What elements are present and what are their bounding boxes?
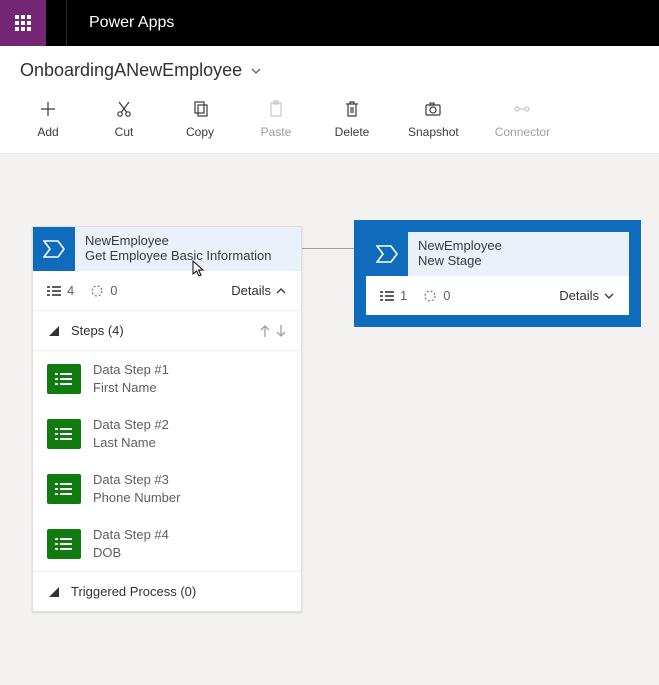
commandbar: OnboardingANewEmployee Add Cut Copy Past… [0,46,659,154]
step-field: DOB [93,544,169,562]
form-icon [47,529,81,559]
step-label: Data Step #4 DOB [93,526,169,561]
delete-label: Delete [335,125,370,139]
stage-chip [366,232,408,276]
step-row[interactable]: Data Step #3 Phone Number [33,461,301,516]
stage-new-stage[interactable]: NewEmployee New Stage 1 0 Details [360,226,635,321]
triangle-icon [47,585,61,599]
arrow-down-icon [275,324,287,338]
details-label: Details [559,288,599,303]
step-title: Data Step #2 [93,416,169,434]
reorder-arrows[interactable] [259,324,287,338]
stage-entity: NewEmployee [418,238,619,253]
chevron-tag-icon [376,245,398,263]
triggered-section[interactable]: Triggered Process (0) [33,571,301,611]
toolbar: Add Cut Copy Paste Delete Snapshot Conne… [20,95,639,149]
step-title: Data Step #4 [93,526,169,544]
stage-get-employee-basic-info[interactable]: NewEmployee Get Employee Basic Informati… [32,226,302,612]
steps-header-label: Steps (4) [71,323,124,338]
scissors-icon [114,99,134,119]
step-count: 4 [47,283,74,298]
form-icon [47,474,81,504]
snapshot-label: Snapshot [408,125,459,139]
step-field: Last Name [93,434,169,452]
process-count: 0 [90,283,117,298]
arrow-up-icon [259,324,271,338]
stage-name: Get Employee Basic Information [85,248,291,263]
connector-icon [512,99,532,119]
process-name-label: OnboardingANewEmployee [20,60,242,81]
waffle-icon [15,15,31,31]
connector-button[interactable]: Connector [495,99,550,139]
paste-button[interactable]: Paste [256,99,296,139]
step-label: Data Step #1 First Name [93,361,169,396]
plus-icon [38,99,58,119]
step-row[interactable]: Data Step #1 First Name [33,351,301,406]
process-count-value: 0 [443,288,450,303]
connector-line [302,248,360,249]
process-count-value: 0 [110,283,117,298]
trash-icon [342,99,362,119]
details-label: Details [231,283,271,298]
triggered-label: Triggered Process (0) [71,584,196,599]
stage-meta: 4 0 Details [33,271,301,311]
step-row[interactable]: Data Step #4 DOB [33,516,301,571]
copy-label: Copy [186,125,214,139]
process-name-dropdown[interactable]: OnboardingANewEmployee [20,60,639,81]
step-field: Phone Number [93,489,180,507]
cut-button[interactable]: Cut [104,99,144,139]
list-icon [47,285,61,297]
paste-icon [266,99,286,119]
stage-meta: 1 0 Details [366,276,629,315]
stage-titles: NewEmployee New Stage [408,232,629,274]
process-count: 0 [423,288,450,303]
stage-header[interactable]: NewEmployee Get Employee Basic Informati… [33,227,301,271]
titlebar: Power Apps [0,0,659,46]
chevron-up-icon [275,285,287,297]
step-title: Data Step #1 [93,361,169,379]
stage-titles: NewEmployee Get Employee Basic Informati… [75,227,301,269]
stage-chip [33,227,75,271]
triangle-icon [47,324,61,338]
chevron-down-icon [250,65,262,77]
step-title: Data Step #3 [93,471,180,489]
details-toggle[interactable]: Details [231,283,287,298]
form-icon [47,364,81,394]
cycle-icon [423,289,437,303]
paste-label: Paste [261,125,292,139]
connector-label: Connector [495,125,550,139]
app-launcher-button[interactable] [0,0,46,46]
stage-entity: NewEmployee [85,233,291,248]
stage-name: New Stage [418,253,619,268]
snapshot-button[interactable]: Snapshot [408,99,459,139]
step-label: Data Step #2 Last Name [93,416,169,451]
details-toggle[interactable]: Details [559,288,615,303]
camera-icon [423,99,443,119]
canvas[interactable]: NewEmployee Get Employee Basic Informati… [0,154,659,685]
step-count-value: 4 [67,283,74,298]
add-label: Add [37,125,58,139]
chevron-tag-icon [43,240,65,258]
list-icon [380,290,394,302]
stage-header[interactable]: NewEmployee New Stage [366,232,629,276]
step-count: 1 [380,288,407,303]
chevron-down-icon [603,290,615,302]
steps-section[interactable]: Steps (4) [33,311,301,351]
copy-icon [190,99,210,119]
delete-button[interactable]: Delete [332,99,372,139]
step-row[interactable]: Data Step #2 Last Name [33,406,301,461]
copy-button[interactable]: Copy [180,99,220,139]
step-count-value: 1 [400,288,407,303]
cut-label: Cut [115,125,134,139]
add-button[interactable]: Add [28,99,68,139]
step-field: First Name [93,379,169,397]
form-icon [47,419,81,449]
step-label: Data Step #3 Phone Number [93,471,180,506]
app-title: Power Apps [67,14,174,32]
cycle-icon [90,284,104,298]
